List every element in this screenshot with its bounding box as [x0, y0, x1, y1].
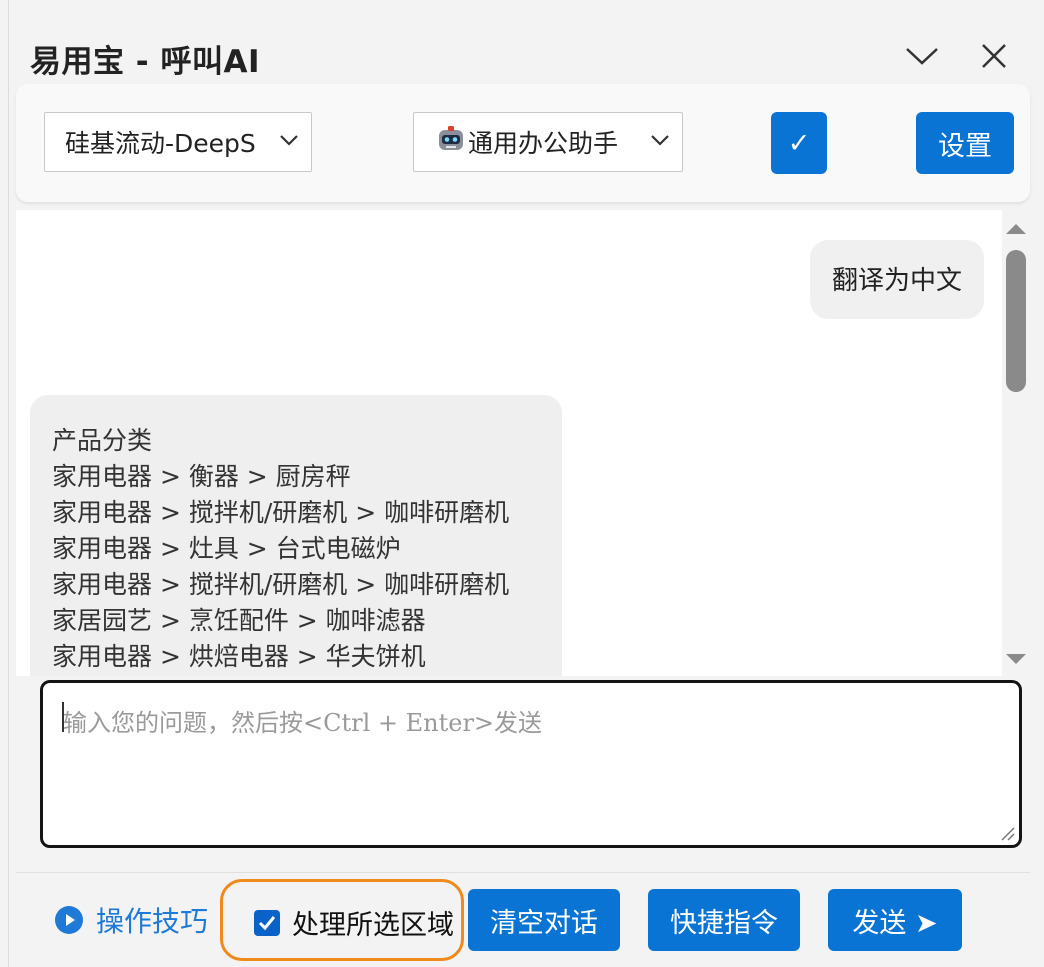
- tips-label: 操作技巧: [96, 905, 209, 938]
- confirm-button[interactable]: ✓: [771, 112, 827, 174]
- question-input[interactable]: [43, 683, 1019, 845]
- message-line: 家用电器 > 搅拌机/研磨机 > 咖啡研磨机: [52, 498, 510, 527]
- message-line: 家用电器 > 灶具 > 台式电磁炉: [52, 534, 401, 563]
- process-region-label: 处理所选区域: [292, 910, 454, 941]
- check-icon: ✓: [787, 127, 811, 159]
- question-input-box: [40, 680, 1022, 848]
- message-line: 产品分类: [52, 426, 153, 455]
- scroll-down-button[interactable]: [1004, 650, 1028, 668]
- send-button[interactable]: 发送 ➤: [828, 889, 962, 951]
- close-button[interactable]: [974, 38, 1014, 74]
- scroll-up-button[interactable]: [1004, 220, 1028, 238]
- shortcut-commands-button[interactable]: 快捷指令: [648, 889, 800, 951]
- chat-history[interactable]: 翻译为中文 产品分类 家用电器 > 衡器 > 厨房秤 家用电器 > 搅拌机/研磨…: [16, 210, 1002, 676]
- assistant-message: 产品分类 家用电器 > 衡器 > 厨房秤 家用电器 > 搅拌机/研磨机 > 咖啡…: [30, 395, 562, 676]
- model-select[interactable]: 硅基流动-DeepS: [44, 112, 312, 172]
- close-icon: [982, 44, 1006, 68]
- tips-link[interactable]: 操作技巧: [54, 900, 208, 940]
- chevron-down-icon: [906, 48, 938, 65]
- message-line: 家居园艺 > 烹饪配件 > 咖啡滤器: [52, 606, 426, 635]
- play-circle-icon: [55, 906, 83, 934]
- assistant-select-value: 通用办公助手: [468, 129, 619, 158]
- chevron-down-icon: [651, 135, 669, 146]
- clear-conversation-button[interactable]: 清空对话: [468, 889, 620, 951]
- model-select-value: 硅基流动-DeepS: [65, 129, 256, 158]
- message-line: 家用电器 > 搅拌机/研磨机 > 咖啡研磨机: [52, 570, 510, 599]
- chevron-down-icon: [280, 135, 298, 146]
- scrollbar-thumb[interactable]: [1006, 250, 1026, 392]
- triangle-up-icon: [1006, 224, 1026, 234]
- triangle-down-icon: [1006, 654, 1026, 664]
- robot-icon: [436, 124, 466, 160]
- minimize-button[interactable]: [902, 38, 942, 74]
- text-caret: [62, 702, 64, 732]
- resize-grip-icon[interactable]: [999, 825, 1015, 841]
- checkbox-checked-icon[interactable]: [254, 909, 280, 936]
- window-title: 易用宝 - 呼叫AI: [30, 44, 260, 80]
- divider: [16, 872, 1030, 873]
- user-message: 翻译为中文: [809, 240, 984, 319]
- message-line: 家用电器 > 烘焙电器 > 华夫饼机: [52, 642, 426, 671]
- assistant-select[interactable]: 通用办公助手: [413, 112, 683, 172]
- toolbar: 硅基流动-DeepS 通用办公助手 ✓ 设置: [16, 84, 1030, 202]
- settings-button[interactable]: 设置: [916, 112, 1014, 174]
- message-line: 家用电器 > 衡器 > 厨房秤: [52, 462, 351, 491]
- process-region-checkbox[interactable]: 处理所选区域: [254, 903, 454, 942]
